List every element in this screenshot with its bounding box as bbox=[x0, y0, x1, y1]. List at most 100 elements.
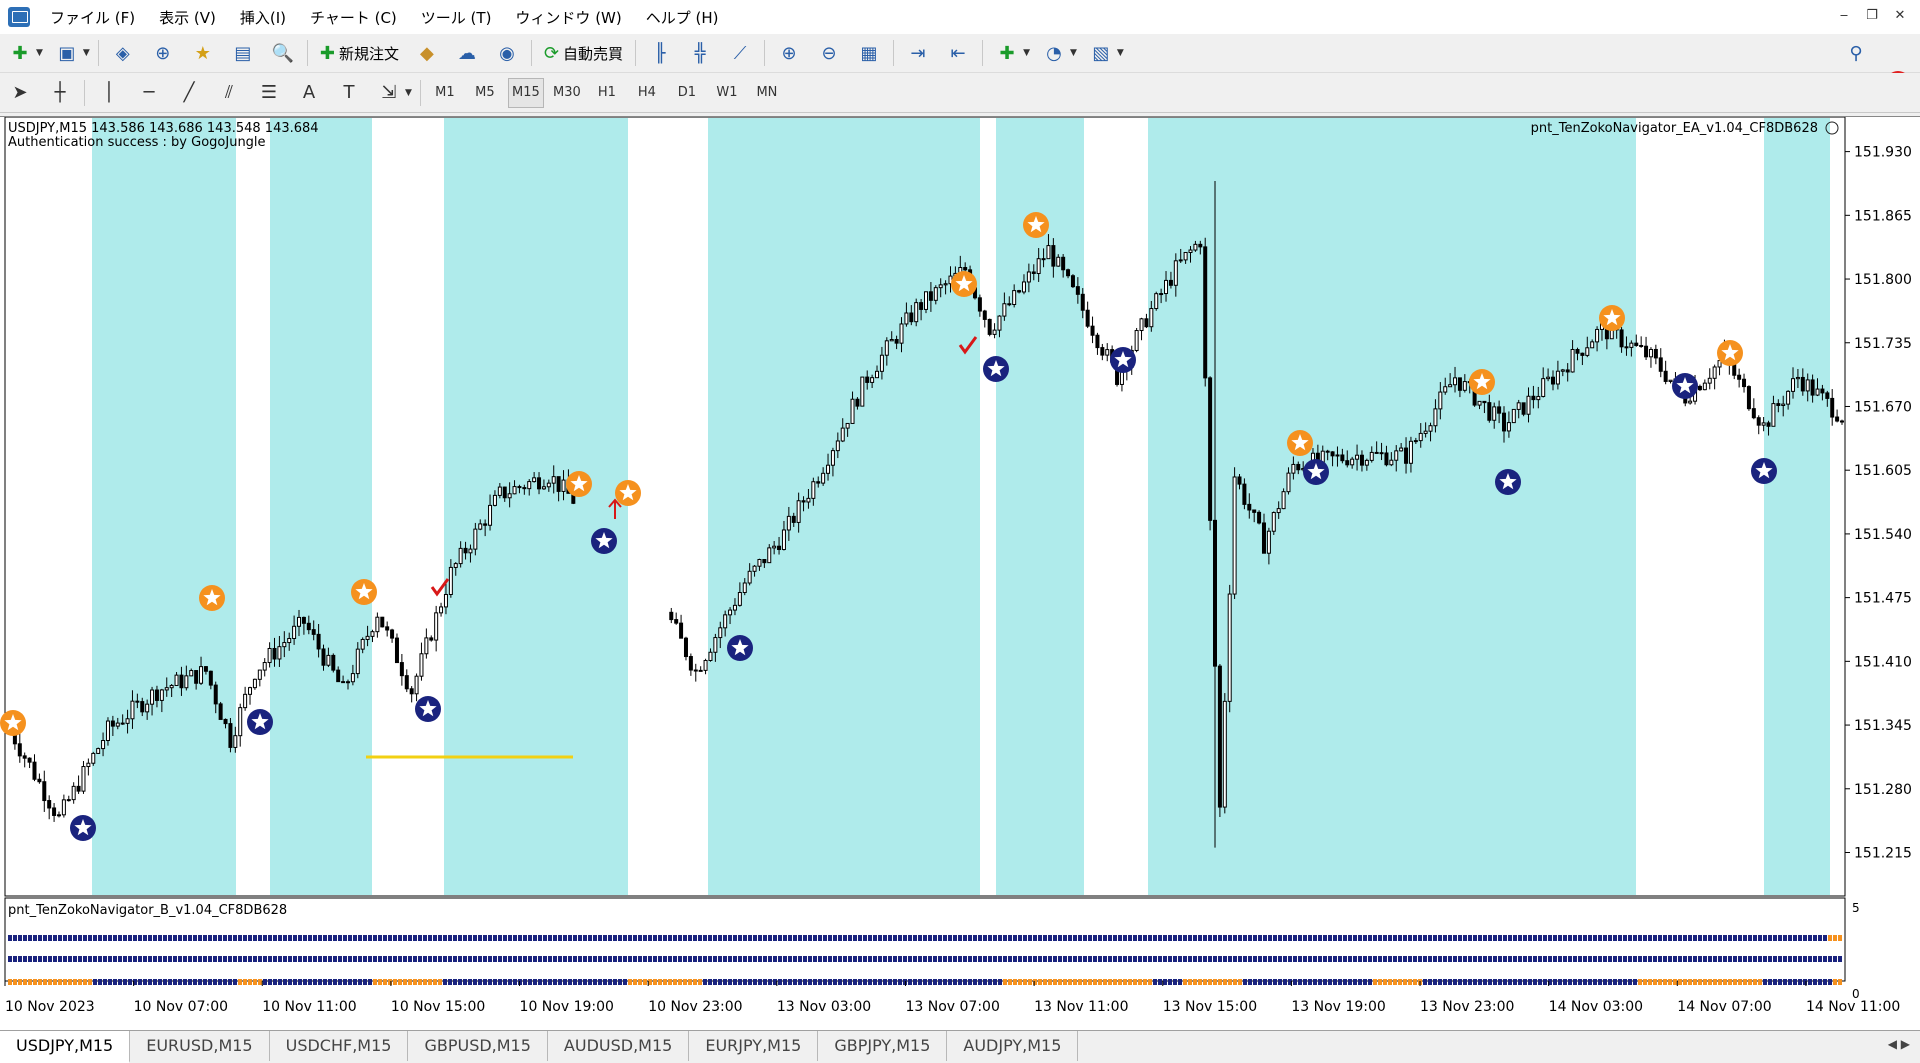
auto-trade-button[interactable]: ⟳ 自動売買 bbox=[540, 38, 627, 68]
search-icon[interactable]: ⚲ bbox=[1840, 38, 1872, 68]
tab-usdchf[interactable]: USDCHF,M15 bbox=[270, 1031, 409, 1061]
text-icon[interactable]: A bbox=[293, 78, 325, 108]
chevron-down-icon[interactable]: ▼ bbox=[1070, 48, 1077, 58]
timeframe-h4[interactable]: H4 bbox=[630, 79, 664, 107]
crosshair-icon[interactable]: ┼ bbox=[44, 78, 76, 108]
bar-chart-icon[interactable]: ╟ bbox=[644, 38, 676, 68]
vertical-line-icon[interactable]: │ bbox=[93, 78, 125, 108]
timeframe-d1[interactable]: D1 bbox=[670, 79, 704, 107]
candle-body bbox=[723, 614, 728, 629]
menu-insert[interactable]: 挿入(I) bbox=[230, 7, 300, 28]
indicator-dot bbox=[98, 956, 102, 962]
tab-gbpjpy[interactable]: GBPJPY,M15 bbox=[818, 1031, 948, 1061]
new-order-button[interactable]: ✚ 新規注文 bbox=[316, 38, 403, 68]
trendline-icon[interactable]: ╱ bbox=[173, 78, 205, 108]
market-watch-icon[interactable]: ◈ bbox=[107, 38, 139, 68]
minimize-icon[interactable]: ‒ bbox=[1832, 6, 1856, 26]
indicator-dot bbox=[1768, 935, 1772, 941]
horizontal-line-icon[interactable]: ─ bbox=[133, 78, 165, 108]
chevron-down-icon[interactable]: ▼ bbox=[1023, 48, 1030, 58]
chevron-down-icon[interactable]: ▼ bbox=[36, 48, 43, 58]
templates-icon[interactable]: ▧ bbox=[1085, 38, 1117, 68]
timeframe-m1[interactable]: M1 bbox=[428, 79, 462, 107]
timeframe-m15[interactable]: M15 bbox=[507, 77, 544, 108]
tile-windows-icon[interactable]: ▦ bbox=[853, 38, 885, 68]
indicator-dot bbox=[848, 956, 852, 962]
new-chart-icon[interactable]: ✚ bbox=[4, 38, 36, 68]
terminal-icon[interactable]: ▤ bbox=[227, 38, 259, 68]
indicator-dot bbox=[963, 956, 967, 962]
text-label-icon[interactable]: T bbox=[333, 78, 365, 108]
indicator-dot bbox=[1298, 979, 1302, 985]
restore-icon[interactable]: ❐ bbox=[1860, 6, 1884, 26]
menu-file[interactable]: ファイル (F) bbox=[40, 7, 149, 28]
indicator-dot bbox=[1628, 979, 1632, 985]
chevron-down-icon[interactable]: ▼ bbox=[1117, 48, 1124, 58]
indicator-dot bbox=[883, 979, 887, 985]
timeframe-m30[interactable]: M30 bbox=[550, 79, 584, 107]
tab-usdjpy[interactable]: USDJPY,M15 bbox=[0, 1031, 131, 1063]
tab-eurusd[interactable]: EURUSD,M15 bbox=[130, 1031, 270, 1061]
fibonacci-icon[interactable]: ☰ bbox=[253, 78, 285, 108]
indicator-dot bbox=[163, 956, 167, 962]
tester-icon[interactable]: 🔍 bbox=[267, 38, 299, 68]
indicator-dot bbox=[233, 935, 237, 941]
line-chart-icon[interactable]: ⟋ bbox=[724, 38, 756, 68]
menu-view[interactable]: 表示 (V) bbox=[149, 7, 230, 28]
timeframe-h1[interactable]: H1 bbox=[590, 79, 624, 107]
periods-icon[interactable]: ◔ bbox=[1038, 38, 1070, 68]
equidistant-channel-icon[interactable]: ⫽ bbox=[213, 78, 245, 108]
tab-scroll-arrows[interactable]: ◀ ▶ bbox=[1888, 1037, 1910, 1051]
zoom-out-icon[interactable]: ⊖ bbox=[813, 38, 845, 68]
candle-body bbox=[1546, 376, 1551, 380]
candle-body bbox=[1266, 530, 1271, 554]
tab-eurjpy[interactable]: EURJPY,M15 bbox=[689, 1031, 819, 1061]
arrows-icon[interactable]: ⇲ bbox=[373, 78, 405, 108]
candle-body bbox=[688, 656, 693, 671]
indicator-dot bbox=[1443, 935, 1447, 941]
tab-audjpy[interactable]: AUDJPY,M15 bbox=[947, 1031, 1079, 1061]
timeframe-m5[interactable]: M5 bbox=[468, 79, 502, 107]
indicator-dot bbox=[113, 935, 117, 941]
chart-shift-icon[interactable]: ⇤ bbox=[942, 38, 974, 68]
signals-icon[interactable]: ☁ bbox=[451, 38, 483, 68]
profiles-icon[interactable]: ▣ bbox=[51, 38, 83, 68]
indicator-dot bbox=[1838, 956, 1842, 962]
zoom-in-icon[interactable]: ⊕ bbox=[773, 38, 805, 68]
indicator-dot bbox=[288, 956, 292, 962]
menu-chart[interactable]: チャート (C) bbox=[300, 7, 411, 28]
indicator-dot bbox=[928, 956, 932, 962]
chevron-down-icon[interactable]: ▼ bbox=[405, 88, 412, 98]
menu-tools[interactable]: ツール (T) bbox=[411, 7, 506, 28]
menu-help[interactable]: ヘルプ (H) bbox=[636, 7, 733, 28]
market-icon[interactable]: ◉ bbox=[491, 38, 523, 68]
indicator-dot bbox=[1553, 956, 1557, 962]
tab-gbpusd[interactable]: GBPUSD,M15 bbox=[408, 1031, 548, 1061]
menu-window[interactable]: ウィンドウ (W) bbox=[505, 7, 635, 28]
indicator-dot bbox=[1278, 979, 1282, 985]
indicator-dot bbox=[968, 956, 972, 962]
indicators-icon[interactable]: ✚ bbox=[991, 38, 1023, 68]
indicator-dot bbox=[838, 979, 842, 985]
candle-body bbox=[105, 720, 110, 742]
indicator-dot bbox=[1463, 935, 1467, 941]
tab-audusd[interactable]: AUDUSD,M15 bbox=[548, 1031, 690, 1061]
price-chart[interactable]: 151.930151.865151.800151.735151.670151.6… bbox=[0, 117, 1920, 1031]
navigator-icon[interactable]: ★ bbox=[187, 38, 219, 68]
autoscroll-icon[interactable]: ⇥ bbox=[902, 38, 934, 68]
timeframe-mn[interactable]: MN bbox=[750, 79, 784, 107]
chevron-down-icon[interactable]: ▼ bbox=[83, 48, 90, 58]
timeframe-w1[interactable]: W1 bbox=[710, 79, 744, 107]
chart-window[interactable]: 151.930 151.865 151.800 151.735 151.670 151.6… bbox=[0, 116, 1920, 1031]
metaeditor-icon[interactable]: ◆ bbox=[411, 38, 443, 68]
candle-body bbox=[115, 722, 120, 727]
candle-chart-icon[interactable]: ╬ bbox=[684, 38, 716, 68]
candle-body bbox=[1379, 452, 1384, 455]
indicator-dot bbox=[1503, 979, 1507, 985]
data-window-icon[interactable]: ⊕ bbox=[147, 38, 179, 68]
indicator-dot bbox=[1123, 956, 1127, 962]
indicator-dot bbox=[523, 979, 527, 985]
close-icon[interactable]: ✕ bbox=[1888, 6, 1912, 26]
cursor-icon[interactable]: ➤ bbox=[4, 78, 36, 108]
candle-body bbox=[1506, 422, 1511, 432]
